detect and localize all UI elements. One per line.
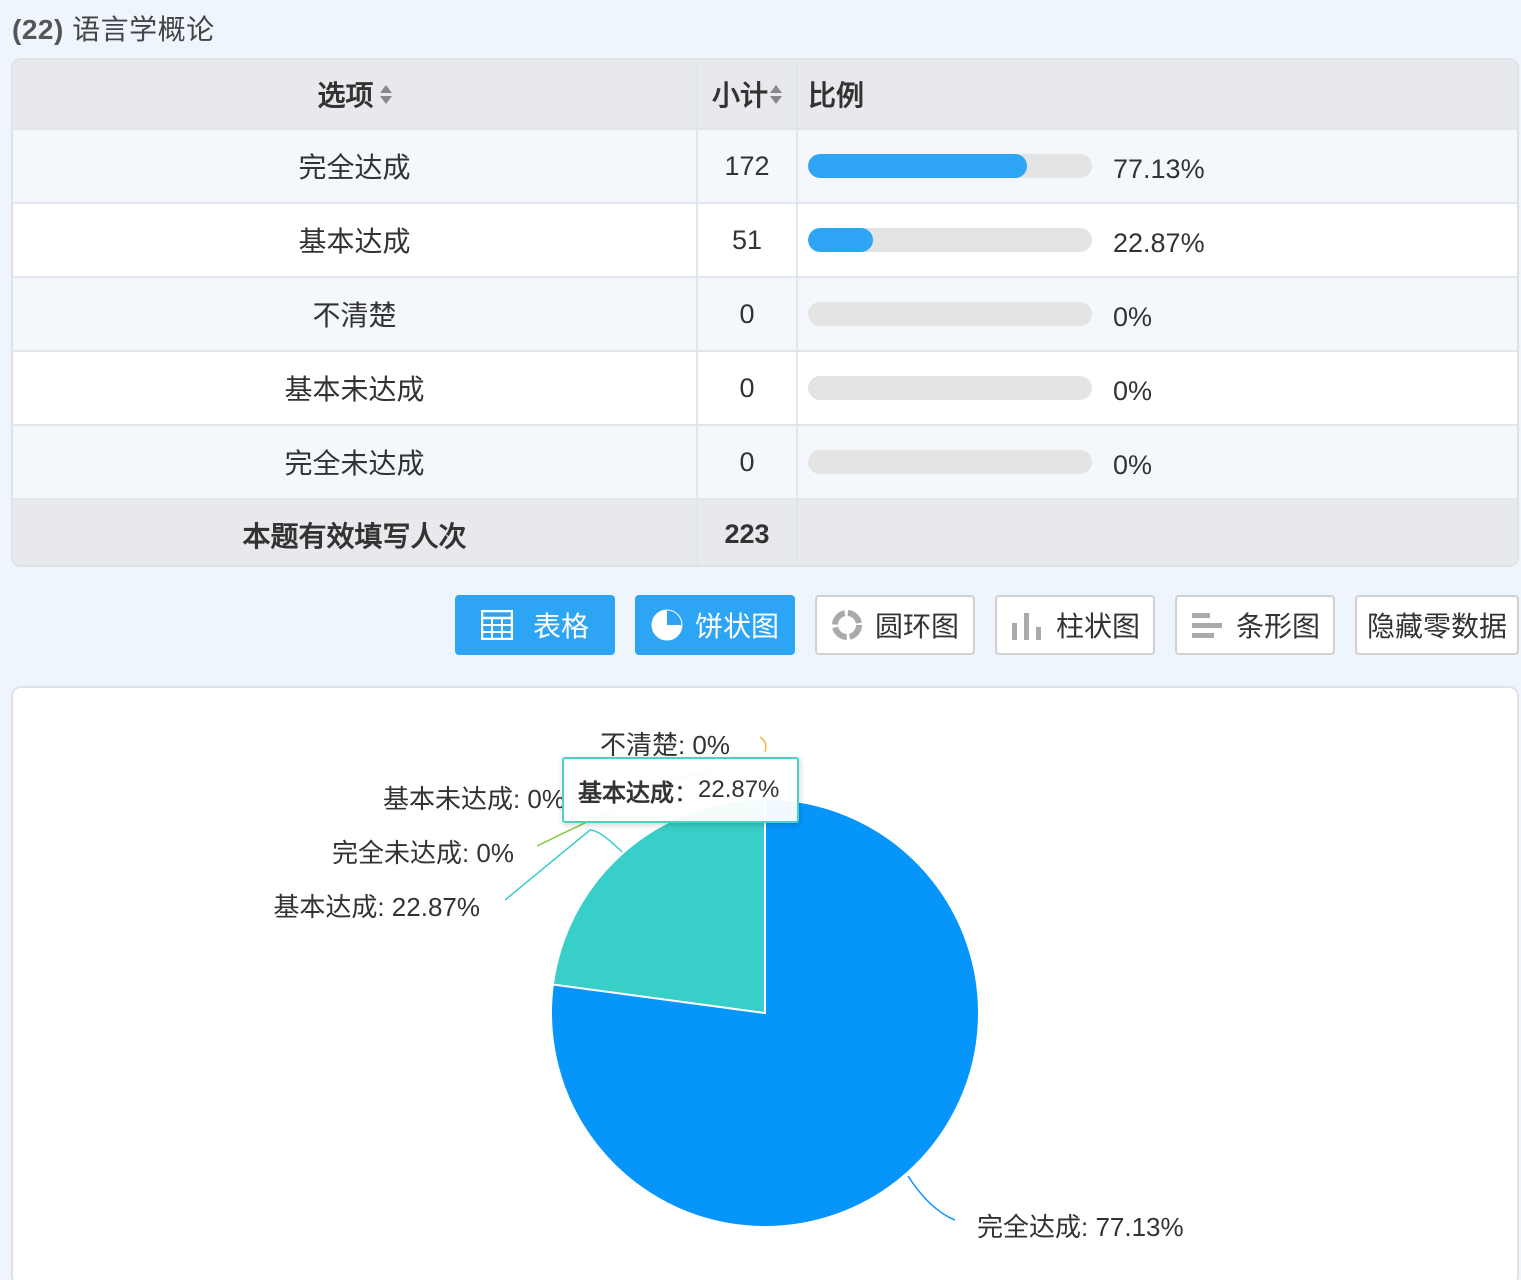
leader-line-0: [907, 1175, 956, 1221]
chart-tooltip: 基本达成： 22.87%: [562, 757, 799, 823]
pie-slice-1[interactable]: [551, 797, 766, 1015]
tooltip-value: 22.87%: [698, 776, 780, 803]
leader-line-2: [759, 736, 767, 753]
slice-label-1: 基本达成: 22.87%: [273, 892, 480, 922]
slice-label-2: 不清楚: 0%: [600, 730, 730, 760]
pie-chart: 完全达成: 77.13% 基本达成: 22.87% 不清楚: 0% 基本未达成: 0%…: [273, 730, 1184, 1242]
slice-label-0: 完全达成: 77.13%: [977, 1212, 1184, 1242]
tooltip-separator: ：: [674, 779, 698, 807]
slice-label-3: 基本未达成: 0%: [383, 784, 565, 814]
tooltip-name: 基本达成: [578, 779, 674, 807]
slice-label-4: 完全未达成: 0%: [332, 838, 514, 868]
